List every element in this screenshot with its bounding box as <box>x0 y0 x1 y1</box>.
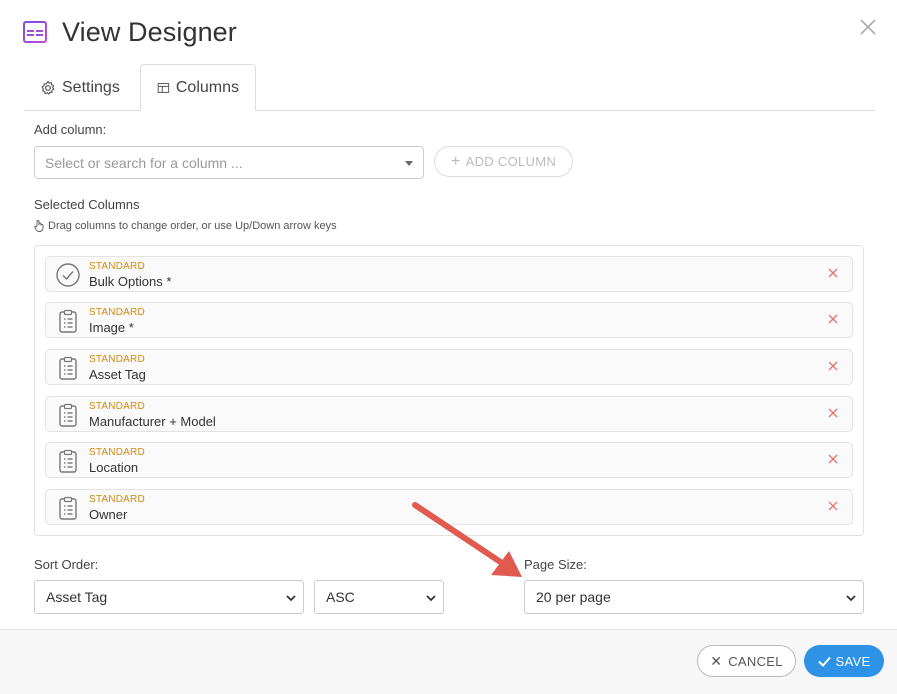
close-icon[interactable] <box>859 18 877 36</box>
save-button[interactable]: SAVE <box>804 645 884 677</box>
remove-icon[interactable] <box>828 501 838 511</box>
column-item-bulk-options[interactable]: STANDARD Bulk Options * <box>45 256 853 292</box>
cancel-button-label: CANCEL <box>728 653 783 669</box>
close-icon: ✕ <box>710 652 723 669</box>
sort-direction-value: ASC <box>326 589 355 605</box>
add-column-button-label: ADD COLUMN <box>465 154 557 169</box>
add-column-button[interactable]: + ADD COLUMN <box>434 146 573 177</box>
clipboard-icon <box>59 449 77 473</box>
sort-order-label: Sort Order: <box>34 557 99 572</box>
page-size-value: 20 per page <box>536 589 611 605</box>
chevron-down-icon <box>286 595 296 602</box>
annotation-arrow-icon <box>412 502 522 577</box>
cancel-button[interactable]: ✕ CANCEL <box>697 645 796 677</box>
column-name: Asset Tag <box>89 367 146 382</box>
remove-icon[interactable] <box>828 361 838 371</box>
column-type-tag: STANDARD <box>89 261 145 272</box>
clipboard-icon <box>59 496 77 520</box>
column-type-tag: STANDARD <box>89 354 145 365</box>
remove-icon[interactable] <box>828 268 838 278</box>
hand-pointer-icon <box>34 220 44 232</box>
save-button-label: SAVE <box>835 653 871 669</box>
add-column-label: Add column: <box>34 122 107 137</box>
selected-columns-title: Selected Columns <box>34 197 140 212</box>
sort-field-select[interactable]: Asset Tag <box>34 580 304 614</box>
chevron-down-icon <box>426 595 436 602</box>
check-icon <box>817 656 831 667</box>
gear-icon <box>41 80 55 95</box>
remove-icon[interactable] <box>828 454 838 464</box>
column-type-tag: STANDARD <box>89 307 145 318</box>
view-designer-icon <box>23 21 47 43</box>
column-name: Image * <box>89 320 134 335</box>
column-name: Bulk Options * <box>89 274 172 289</box>
tab-columns-label: Columns <box>175 78 239 96</box>
dialog-title: View Designer <box>62 16 237 47</box>
dialog-header: View Designer <box>22 14 237 50</box>
clipboard-icon <box>59 356 77 380</box>
caret-down-icon <box>405 161 413 166</box>
page-size-select[interactable]: 20 per page <box>524 580 864 614</box>
selected-columns-hint-text: Drag columns to change order, or use Up/… <box>48 220 337 232</box>
sort-direction-select[interactable]: ASC <box>314 580 444 614</box>
plus-icon: + <box>450 152 461 170</box>
column-item-location[interactable]: STANDARD Location <box>45 442 853 478</box>
selected-columns-hint: Drag columns to change order, or use Up/… <box>34 220 337 232</box>
tab-settings[interactable]: Settings <box>24 64 136 111</box>
column-type-tag: STANDARD <box>89 447 145 458</box>
tab-settings-label: Settings <box>62 78 120 96</box>
remove-icon[interactable] <box>828 408 838 418</box>
column-type-tag: STANDARD <box>89 494 145 505</box>
columns-icon <box>157 82 170 93</box>
column-item-image[interactable]: STANDARD Image * <box>45 302 853 338</box>
sort-field-value: Asset Tag <box>46 589 108 605</box>
column-name: Owner <box>89 507 128 522</box>
column-search-placeholder: Select or search for a column ... <box>45 154 243 171</box>
column-type-tag: STANDARD <box>89 401 145 412</box>
view-designer-dialog: View Designer Settings Columns Add colum… <box>0 0 897 694</box>
chevron-down-icon <box>846 595 856 602</box>
clipboard-icon <box>59 309 77 333</box>
dialog-footer: ✕ CANCEL SAVE <box>0 629 897 694</box>
column-item-asset-tag[interactable]: STANDARD Asset Tag <box>45 349 853 385</box>
check-circle-icon <box>56 263 80 287</box>
tab-columns[interactable]: Columns <box>140 64 256 111</box>
clipboard-icon <box>59 403 77 427</box>
column-name: Manufacturer + Model <box>89 414 216 429</box>
column-name: Location <box>89 460 139 475</box>
column-search-select[interactable]: Select or search for a column ... <box>34 146 424 179</box>
selected-columns-list: STANDARD Bulk Options * STANDARD Image * <box>34 245 864 536</box>
tab-bar: Settings Columns <box>24 64 875 111</box>
column-item-manufacturer-model[interactable]: STANDARD Manufacturer + Model <box>45 396 853 432</box>
remove-icon[interactable] <box>828 314 838 324</box>
